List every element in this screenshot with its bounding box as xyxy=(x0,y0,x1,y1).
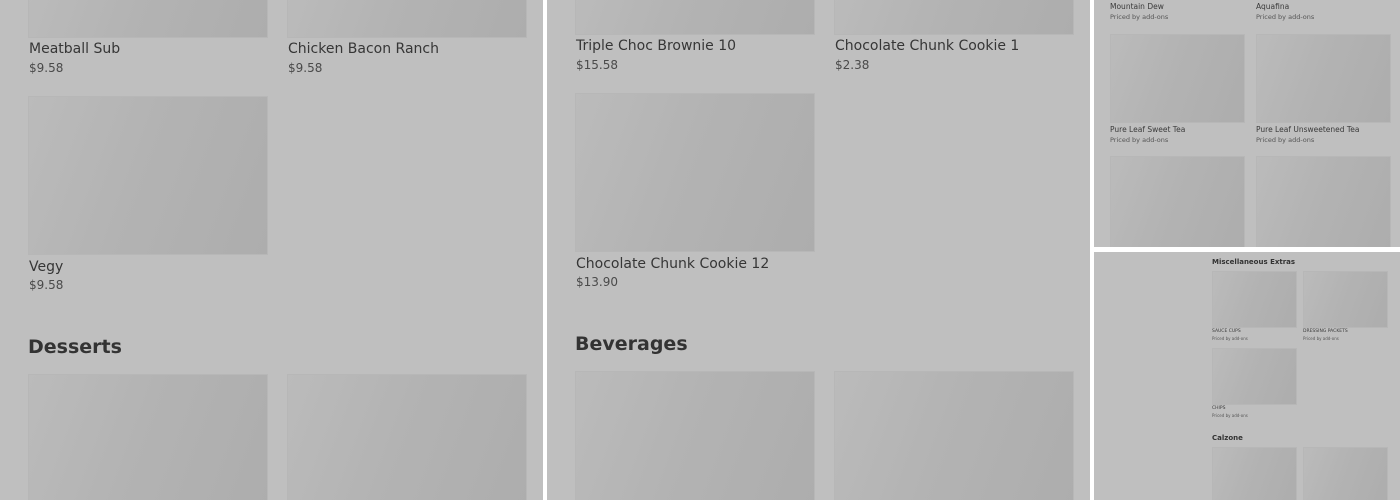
item-price: Priced by add-ons xyxy=(1212,413,1248,418)
item-name-chocolate-chunk-cookie-1[interactable]: Chocolate Chunk Cookie 1 xyxy=(835,38,1019,54)
item-image[interactable] xyxy=(28,0,268,38)
item-price: Priced by add-ons xyxy=(1256,136,1315,144)
section-title-desserts: Desserts xyxy=(28,336,122,358)
item-name-mountain-dew[interactable]: Mountain Dew xyxy=(1110,2,1164,11)
item-price: $15.58 xyxy=(576,58,618,72)
item-image[interactable] xyxy=(834,0,1074,35)
item-image[interactable] xyxy=(834,371,1074,500)
item-image[interactable] xyxy=(1256,156,1391,247)
item-name-dressing-packets[interactable]: DRESSING PACKETS xyxy=(1303,329,1348,334)
item-price: $9.58 xyxy=(288,61,323,75)
item-price: Priced by add-ons xyxy=(1110,13,1169,21)
item-image[interactable] xyxy=(1303,271,1388,328)
item-price: Priced by add-ons xyxy=(1256,13,1315,21)
item-name-sauce-cups[interactable]: SAUCE CUPS xyxy=(1212,329,1241,334)
item-image[interactable] xyxy=(575,93,815,252)
item-image[interactable] xyxy=(1212,447,1297,500)
item-image[interactable] xyxy=(28,374,268,500)
item-name-pure-leaf-sweet-tea[interactable]: Pure Leaf Sweet Tea xyxy=(1110,125,1185,134)
item-image[interactable] xyxy=(1110,156,1245,247)
item-name-aquafina[interactable]: Aquafina xyxy=(1256,2,1289,11)
item-price: $9.58 xyxy=(29,61,64,75)
item-image[interactable] xyxy=(1256,34,1391,123)
item-name-chocolate-chunk-cookie-12[interactable]: Chocolate Chunk Cookie 12 xyxy=(576,256,769,272)
item-image[interactable] xyxy=(1212,348,1297,405)
section-title-calzone: Calzone xyxy=(1212,434,1243,442)
item-image[interactable] xyxy=(575,0,815,35)
item-price: Priced by add-ons xyxy=(1212,336,1248,341)
item-image[interactable] xyxy=(1110,34,1245,123)
item-price: $13.90 xyxy=(576,275,618,289)
item-image[interactable] xyxy=(28,96,268,255)
item-name-triple-choc-brownie[interactable]: Triple Choc Brownie 10 xyxy=(576,38,736,54)
item-price: $2.38 xyxy=(835,58,870,72)
item-image[interactable] xyxy=(1303,447,1388,500)
menu-panel-subs: Meatball Sub $9.58 Chicken Bacon Ranch $… xyxy=(0,0,543,500)
item-image[interactable] xyxy=(575,371,815,500)
item-price: Priced by add-ons xyxy=(1303,336,1339,341)
item-price: Priced by add-ons xyxy=(1110,136,1169,144)
item-image[interactable] xyxy=(287,0,527,38)
item-image[interactable] xyxy=(287,374,527,500)
item-name-pure-leaf-unsweetened-tea[interactable]: Pure Leaf Unsweetened Tea xyxy=(1256,125,1359,134)
item-name-chips[interactable]: CHIPS xyxy=(1212,406,1225,411)
item-price: $9.58 xyxy=(29,278,64,292)
menu-panel-beverages: Mountain Dew Priced by add-ons Aquafina … xyxy=(1094,0,1400,247)
section-title-miscellaneous-extras: Miscellaneous Extras xyxy=(1212,258,1296,266)
item-name-vegy[interactable]: Vegy xyxy=(29,259,63,275)
menu-panel-extras: Miscellaneous Extras SAUCE CUPS Priced b… xyxy=(1094,252,1400,500)
section-title-beverages: Beverages xyxy=(575,333,688,355)
item-name-meatball-sub[interactable]: Meatball Sub xyxy=(29,41,120,57)
item-name-chicken-bacon-ranch[interactable]: Chicken Bacon Ranch xyxy=(288,41,439,57)
item-image[interactable] xyxy=(1212,271,1297,328)
menu-panel-desserts: Triple Choc Brownie 10 $15.58 Chocolate … xyxy=(547,0,1090,500)
